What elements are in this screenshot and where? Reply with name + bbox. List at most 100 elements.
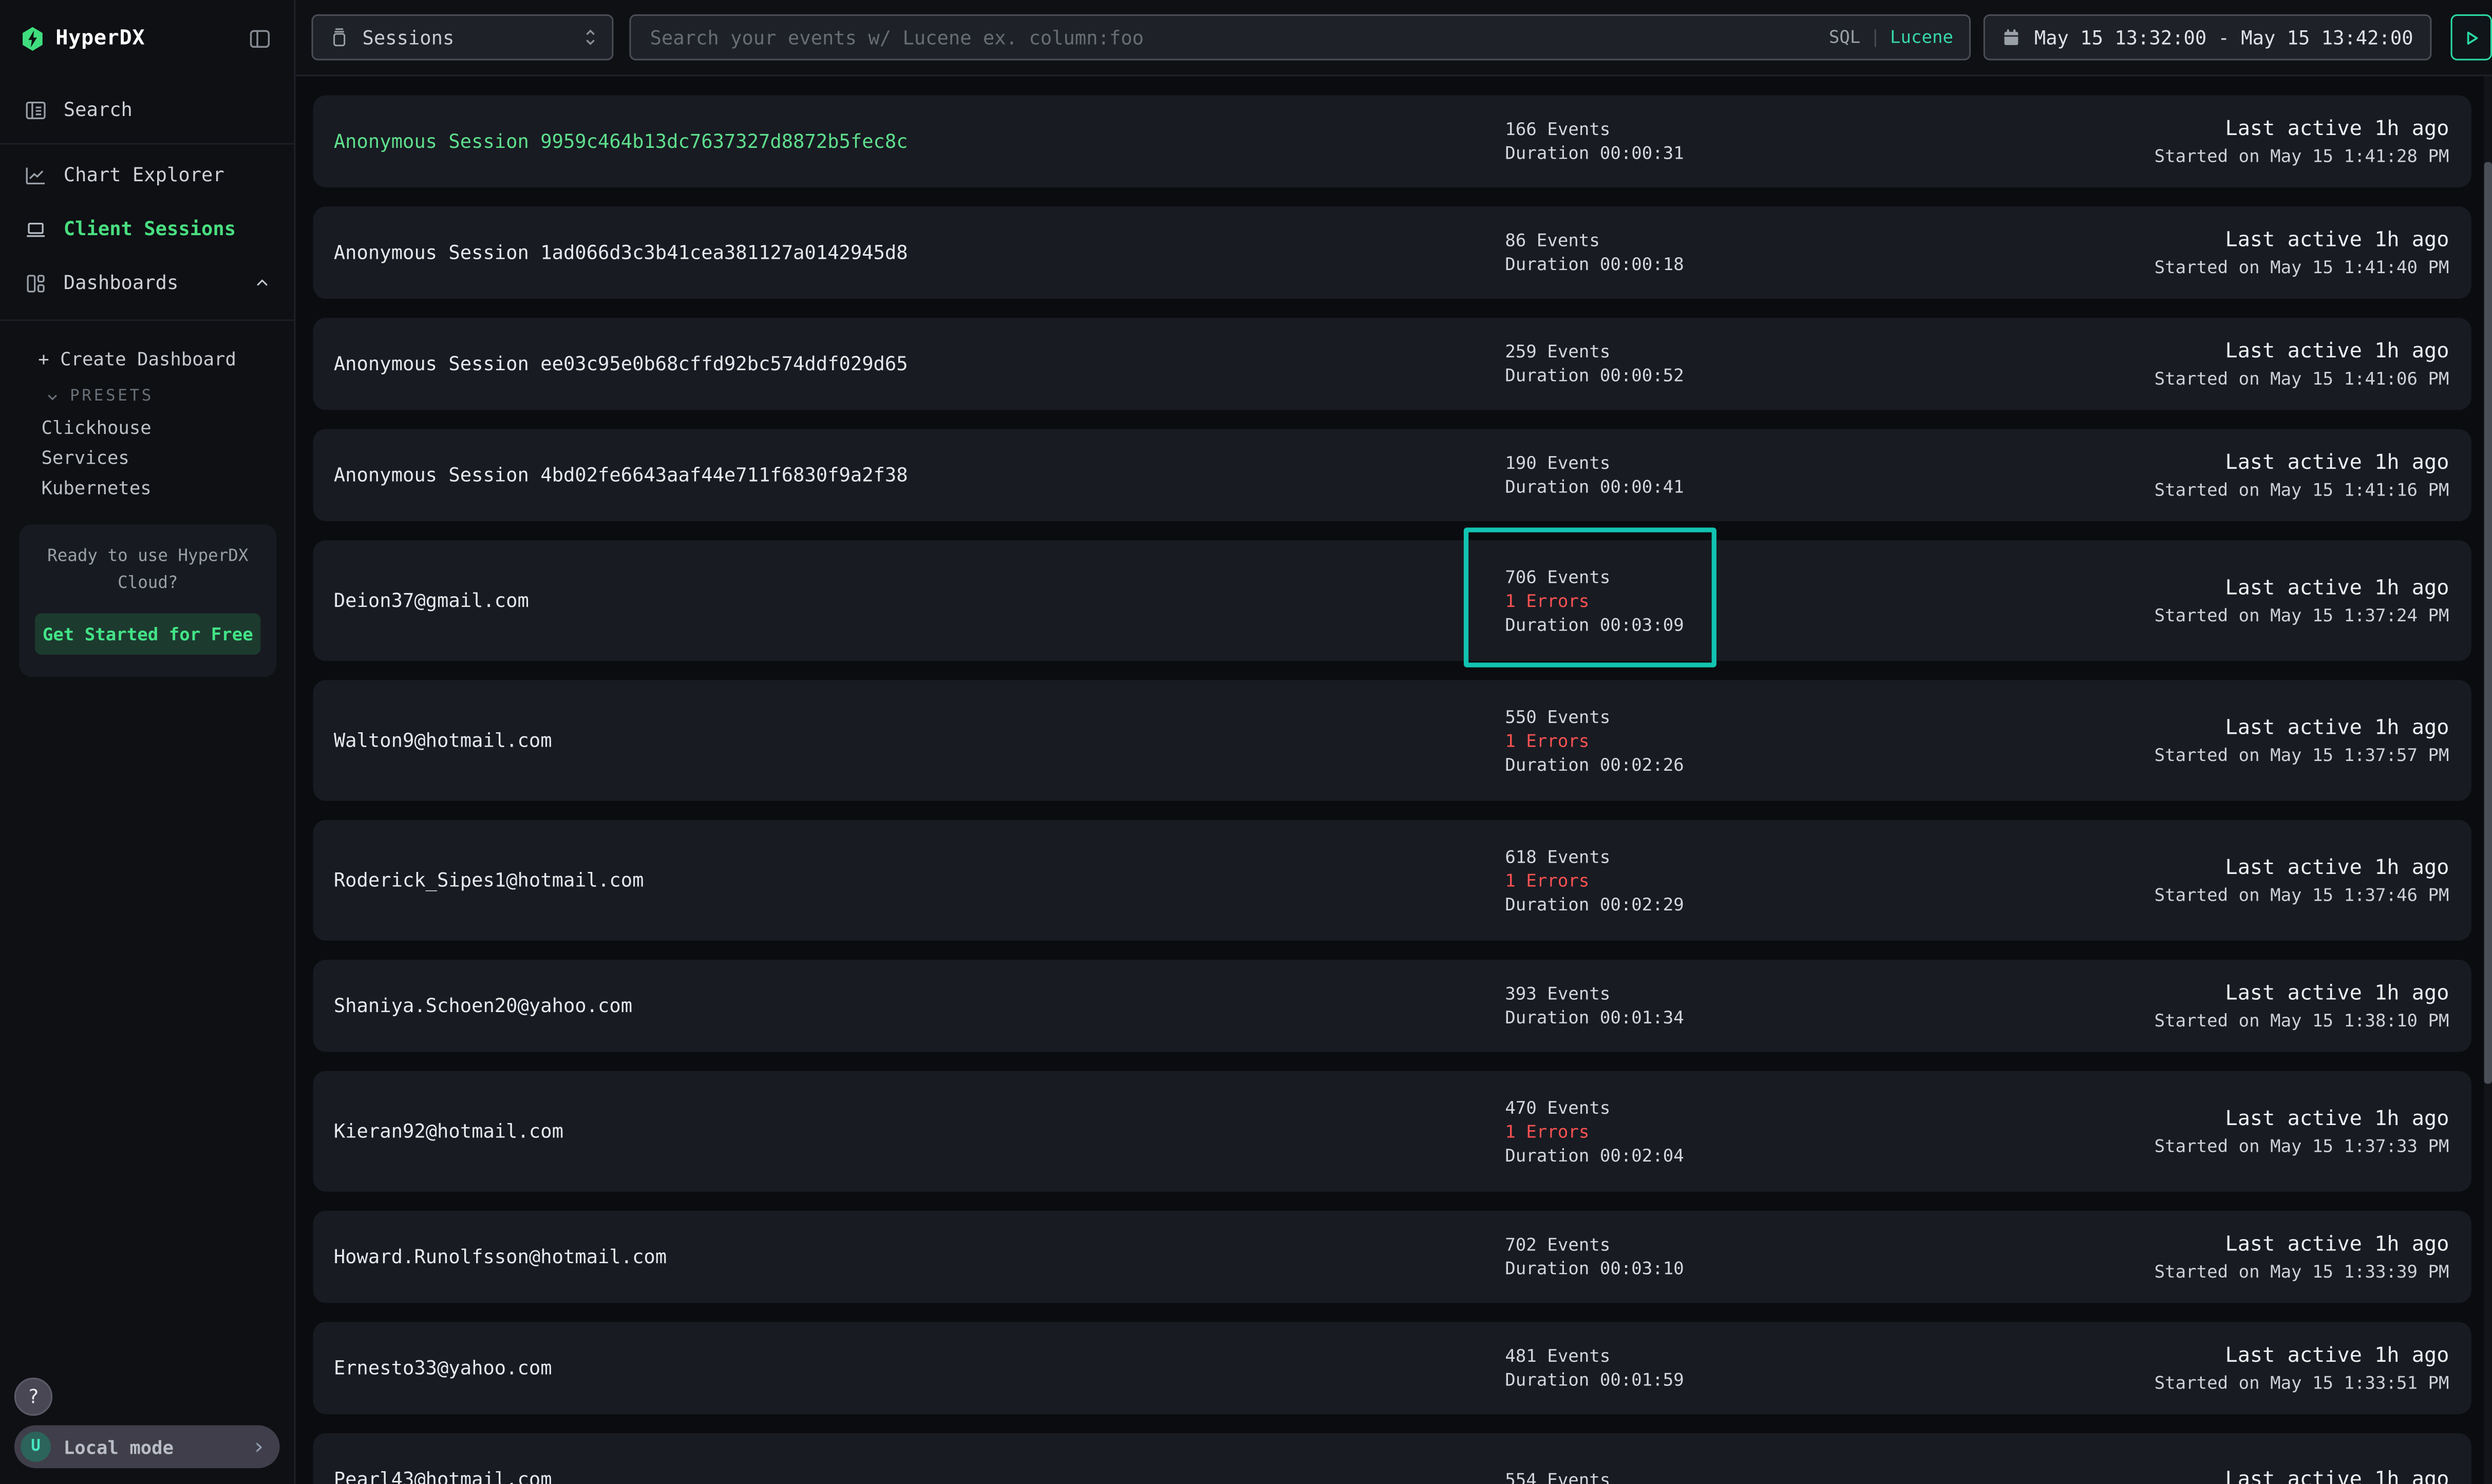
dashboards-icon xyxy=(22,270,48,296)
session-duration: Duration 00:02:29 xyxy=(1505,892,2029,916)
local-mode-label: Local mode xyxy=(64,1436,239,1458)
search-input[interactable] xyxy=(647,25,1816,50)
hyperdx-logo-icon xyxy=(21,25,44,52)
run-query-button[interactable] xyxy=(2451,14,2492,61)
session-stats: 618 Events 1 Errors Duration 00:02:29 xyxy=(1505,845,2029,916)
presets-label: PRESETS xyxy=(70,388,154,405)
local-mode-button[interactable]: U Local mode › xyxy=(14,1425,280,1469)
session-duration: Duration 00:00:31 xyxy=(1505,141,2029,165)
session-list: Anonymous Session 9959c464b13dc7637327d8… xyxy=(313,96,2471,1484)
session-event-count: 706 Events xyxy=(1505,565,2029,588)
session-last-active: Last active 1h ago xyxy=(2225,117,2449,140)
session-duration: Duration 00:03:10 xyxy=(1505,1257,2029,1281)
session-activity: Last active 1h ago Started on May 15 1:3… xyxy=(2030,576,2449,625)
sidebar-item-client-sessions[interactable]: Client Sessions xyxy=(0,202,294,256)
session-started: Started on May 15 1:41:06 PM xyxy=(2155,368,2449,388)
session-activity: Last active 1h ago Started on May 15 1:4… xyxy=(2030,339,2449,389)
session-started: Started on May 15 1:41:16 PM xyxy=(2155,479,2449,500)
session-error-count: 1 Errors xyxy=(1505,588,2029,612)
sidebar: HyperDX Search xyxy=(0,0,296,1484)
session-last-active: Last active 1h ago xyxy=(2225,716,2449,739)
lucene-mode-button[interactable]: Lucene xyxy=(1890,27,1953,48)
session-name: Anonymous Session 9959c464b13dc7637327d8… xyxy=(334,130,1505,153)
session-name: Kieran92@hotmail.com xyxy=(334,1120,1505,1143)
database-icon xyxy=(329,27,350,48)
sidebar-item-label: Dashboards xyxy=(64,272,179,294)
sidebar-item-label: Client Sessions xyxy=(64,218,236,240)
session-row[interactable]: Kieran92@hotmail.com 470 Events 1 Errors… xyxy=(313,1071,2471,1192)
chevron-up-icon[interactable] xyxy=(253,273,272,292)
session-row[interactable]: Deion37@gmail.com 706 Events 1 Errors Du… xyxy=(313,540,2471,661)
session-last-active: Last active 1h ago xyxy=(2225,1468,2449,1484)
session-row[interactable]: Anonymous Session ee03c95e0b68cffd92bc57… xyxy=(313,318,2471,410)
session-row[interactable]: Walton9@hotmail.com 550 Events 1 Errors … xyxy=(313,680,2471,801)
preset-item-kubernetes[interactable]: Kubernetes xyxy=(0,472,294,502)
session-row[interactable]: Anonymous Session 9959c464b13dc7637327d8… xyxy=(313,96,2471,187)
session-duration: Duration 00:00:18 xyxy=(1505,253,2029,276)
session-name: Anonymous Session 1ad066d3c3b41cea381127… xyxy=(334,241,1505,263)
get-started-button[interactable]: Get Started for Free xyxy=(35,613,260,654)
sidebar-nav-group: Chart Explorer Client Sessions Dashboard… xyxy=(0,145,294,321)
session-row[interactable]: Anonymous Session 1ad066d3c3b41cea381127… xyxy=(313,206,2471,298)
session-stats: 86 Events Duration 00:00:18 xyxy=(1505,229,2029,277)
session-event-count: 166 Events xyxy=(1505,118,2029,141)
hyperdx-logo[interactable]: HyperDX xyxy=(21,25,145,52)
scrollbar-thumb[interactable] xyxy=(2484,162,2492,1084)
session-stats: 393 Events Duration 00:01:34 xyxy=(1505,982,2029,1030)
session-activity: Last active 1h ago Started on May 15 1:3… xyxy=(2030,1343,2449,1393)
session-stats: 702 Events Duration 00:03:10 xyxy=(1505,1233,2029,1281)
session-row[interactable]: Ernesto33@yahoo.com 481 Events Duration … xyxy=(313,1322,2471,1414)
hyperdx-app: HyperDX Search xyxy=(0,0,2492,1484)
scrollbar-track[interactable] xyxy=(2484,77,2492,1484)
search-bar: SQL | Lucene xyxy=(629,14,1971,61)
select-chevrons-icon xyxy=(582,27,599,48)
session-duration: Duration 00:02:26 xyxy=(1505,752,2029,776)
session-activity: Last active 1h ago Started on May 15 1:3… xyxy=(2030,716,2449,765)
time-range-picker[interactable]: May 15 13:32:00 - May 15 13:42:00 xyxy=(1984,14,2432,61)
session-row[interactable]: Shaniya.Schoen20@yahoo.com 393 Events Du… xyxy=(313,960,2471,1052)
create-dashboard-button[interactable]: + Create Dashboard xyxy=(0,343,294,375)
session-event-count: 470 Events xyxy=(1505,1096,2029,1119)
session-last-active: Last active 1h ago xyxy=(2225,1343,2449,1367)
session-activity: Last active 1h ago xyxy=(2030,1468,2449,1484)
session-activity: Last active 1h ago Started on May 15 1:4… xyxy=(2030,228,2449,277)
session-row[interactable]: Pearl43@hotmail.com 554 Events Last acti… xyxy=(313,1433,2471,1484)
session-last-active: Last active 1h ago xyxy=(2225,981,2449,1005)
query-language-toggle: SQL | Lucene xyxy=(1829,27,1953,48)
preset-item-services[interactable]: Services xyxy=(0,442,294,472)
search-logs-icon xyxy=(22,97,48,123)
source-select[interactable]: Sessions xyxy=(312,14,614,61)
session-name: Ernesto33@yahoo.com xyxy=(334,1357,1505,1379)
sidebar-item-chart-explorer[interactable]: Chart Explorer xyxy=(0,148,294,202)
session-duration: Duration 00:00:52 xyxy=(1505,364,2029,388)
session-event-count: 618 Events xyxy=(1505,845,2029,868)
session-started: Started on May 15 1:37:24 PM xyxy=(2155,604,2449,625)
session-started: Started on May 15 1:37:33 PM xyxy=(2155,1135,2449,1156)
cloud-promo-text: Ready to use HyperDX Cloud? xyxy=(35,543,260,597)
time-range-value: May 15 13:32:00 - May 15 13:42:00 xyxy=(2034,26,2413,48)
session-last-active: Last active 1h ago xyxy=(2225,576,2449,600)
session-event-count: 550 Events xyxy=(1505,705,2029,728)
session-duration: Duration 00:03:09 xyxy=(1505,613,2029,636)
sidebar-collapse-icon[interactable] xyxy=(245,24,274,52)
chevron-right-icon: › xyxy=(252,1436,266,1458)
sidebar-item-dashboards[interactable]: Dashboards xyxy=(0,256,294,310)
help-button[interactable]: ? xyxy=(14,1378,52,1416)
session-duration: Duration 00:00:41 xyxy=(1505,475,2029,499)
sidebar-item-search[interactable]: Search xyxy=(0,77,294,145)
session-name: Howard.Runolfsson@hotmail.com xyxy=(334,1246,1505,1268)
presets-toggle[interactable]: PRESETS xyxy=(0,375,294,411)
preset-item-clickhouse[interactable]: Clickhouse xyxy=(0,411,294,442)
session-stats: 550 Events 1 Errors Duration 00:02:26 xyxy=(1505,705,2029,776)
topbar: Sessions SQL | Lucene xyxy=(296,0,2492,77)
session-row[interactable]: Howard.Runolfsson@hotmail.com 702 Events… xyxy=(313,1211,2471,1303)
session-stats: 470 Events 1 Errors Duration 00:02:04 xyxy=(1505,1096,2029,1167)
sql-mode-button[interactable]: SQL xyxy=(1829,27,1861,48)
session-row[interactable]: Anonymous Session 4bd02fe6643aaf44e711f6… xyxy=(313,429,2471,521)
session-activity: Last active 1h ago Started on May 15 1:3… xyxy=(2030,1107,2449,1156)
chart-explorer-icon xyxy=(22,162,48,188)
session-row[interactable]: Roderick_Sipes1@hotmail.com 618 Events 1… xyxy=(313,820,2471,941)
session-error-count: 1 Errors xyxy=(1505,729,2029,752)
session-name: Pearl43@hotmail.com xyxy=(334,1468,1505,1484)
session-activity: Last active 1h ago Started on May 15 1:3… xyxy=(2030,1232,2449,1282)
